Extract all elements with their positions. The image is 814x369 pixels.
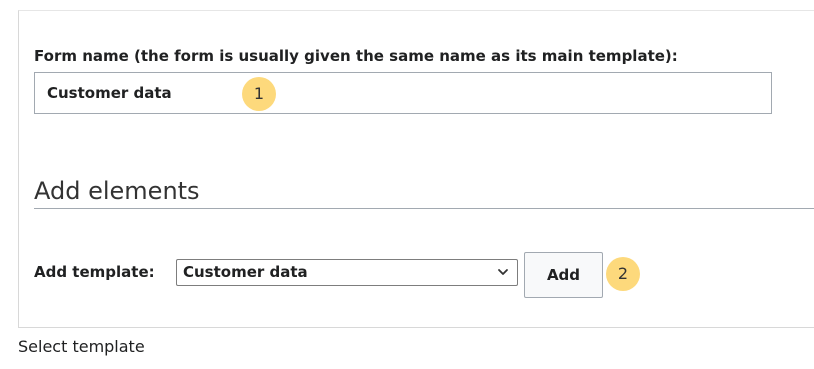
template-select[interactable]: Customer data xyxy=(176,259,518,286)
callout-badge-2: 2 xyxy=(606,257,640,291)
chevron-down-icon xyxy=(498,269,508,275)
form-name-label: Form name (the form is usually given the… xyxy=(34,47,678,65)
template-select-value: Customer data xyxy=(183,263,308,281)
section-divider xyxy=(34,208,814,209)
image-caption: Select template xyxy=(18,337,145,356)
add-template-button[interactable]: Add xyxy=(524,252,603,298)
add-template-label: Add template: xyxy=(34,263,155,281)
form-name-input[interactable]: Customer data xyxy=(34,72,772,114)
callout-badge-1: 1 xyxy=(242,77,276,111)
section-heading-add-elements: Add elements xyxy=(34,177,200,205)
